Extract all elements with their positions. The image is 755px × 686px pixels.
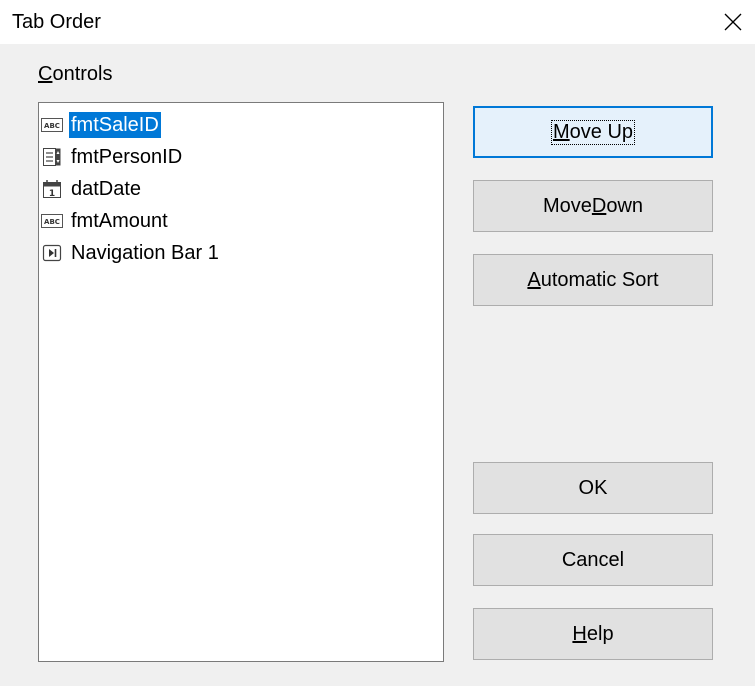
tab-order-dialog: Tab Order Controls ABC fmtSaleID fmtPers… xyxy=(0,0,755,686)
automatic-sort-label-mnemonic: A xyxy=(527,268,541,291)
title-bar: Tab Order xyxy=(0,0,755,44)
list-item-fmtpersonid[interactable]: fmtPersonID xyxy=(41,141,184,173)
help-label-post: elp xyxy=(586,622,614,645)
navigation-bar-icon xyxy=(41,243,63,263)
ok-label: OK xyxy=(578,476,608,499)
close-button[interactable] xyxy=(709,0,755,44)
close-icon xyxy=(724,13,742,31)
automatic-sort-label-post: utomatic Sort xyxy=(540,268,659,291)
svg-text:ABC: ABC xyxy=(44,218,60,226)
window-title: Tab Order xyxy=(12,11,101,33)
list-item-label: Navigation Bar 1 xyxy=(71,242,219,264)
controls-label-mnemonic: C xyxy=(38,63,53,85)
move-down-label-post: own xyxy=(606,194,644,217)
list-item-label: datDate xyxy=(71,178,142,200)
list-item-navigation-bar-1[interactable]: Navigation Bar 1 xyxy=(41,237,221,269)
move-down-label-mnemonic: D xyxy=(591,194,607,217)
move-down-button[interactable]: Move Down xyxy=(473,180,713,232)
help-label-mnemonic: H xyxy=(572,622,587,645)
move-up-button[interactable]: Move Up xyxy=(473,106,713,158)
numeric-field-icon xyxy=(41,147,63,167)
focus-ring: Move Up xyxy=(550,119,636,145)
date-field-icon: 1 xyxy=(41,179,63,199)
svg-text:1: 1 xyxy=(49,189,55,199)
list-item-label: fmtAmount xyxy=(71,210,168,232)
ok-button[interactable]: OK xyxy=(473,462,713,514)
list-item-label: fmtSaleID xyxy=(69,112,161,138)
controls-listbox[interactable]: ABC fmtSaleID fmtPersonID 1 datDate ABC … xyxy=(38,102,444,662)
text-field-icon: ABC xyxy=(41,211,63,231)
list-item-fmtamount[interactable]: ABC fmtAmount xyxy=(41,205,170,237)
controls-label-post: ontrols xyxy=(52,63,113,85)
cancel-button[interactable]: Cancel xyxy=(473,534,713,586)
move-up-label-mnemonic: M xyxy=(552,120,570,143)
cancel-label: Cancel xyxy=(561,548,625,571)
automatic-sort-button[interactable]: Automatic Sort xyxy=(473,254,713,306)
list-item-label: fmtPersonID xyxy=(71,146,183,168)
text-field-icon: ABC xyxy=(41,115,63,135)
svg-text:ABC: ABC xyxy=(44,122,60,130)
controls-label: Controls xyxy=(38,62,112,86)
move-down-label-pre: Move xyxy=(542,194,592,217)
list-item-datdate[interactable]: 1 datDate xyxy=(41,173,143,205)
help-button[interactable]: Help xyxy=(473,608,713,660)
list-item-fmtsaleid[interactable]: ABC fmtSaleID xyxy=(41,109,161,141)
move-up-label-post: ove Up xyxy=(569,120,634,143)
